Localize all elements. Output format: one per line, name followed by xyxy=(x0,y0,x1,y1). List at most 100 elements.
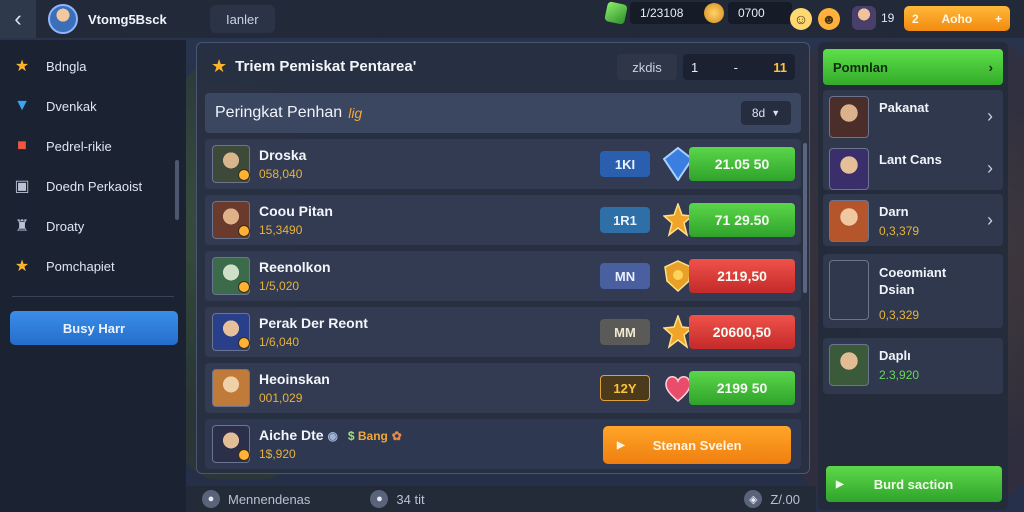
sidebar-scrollbar[interactable] xyxy=(175,160,179,220)
sidebar-item-2[interactable]: ■ Pedrel-rikie xyxy=(0,126,186,166)
leaderboard-title: Peringkat Penhan xyxy=(215,104,343,121)
level-badge-right: Aoho xyxy=(941,11,973,26)
back-button[interactable]: ‹ xyxy=(0,0,36,38)
stage-select-label: Stenan Svelen xyxy=(652,437,742,453)
chat-icon[interactable]: ● xyxy=(202,490,220,508)
build-section-button[interactable]: ▶ Burd saction xyxy=(826,466,1002,502)
row-power-bar: 71 29.50 xyxy=(689,203,795,237)
right-list-item[interactable]: Coeomiant Dsian 0,3,329 xyxy=(823,254,1003,328)
row-power-bar: 2199 50 xyxy=(689,371,795,405)
sidebar-divider xyxy=(12,296,174,297)
panel-title: Triem Pemiskat Pentarea' xyxy=(235,57,417,75)
hero-avatar xyxy=(829,344,869,386)
play-icon: ▶ xyxy=(617,439,625,451)
gift-icon: ■ xyxy=(17,137,27,154)
gem-icon xyxy=(604,1,628,25)
leaderboard-row[interactable]: Perak Der Reont 1/6,040 MM 20600,50 xyxy=(205,307,801,357)
player-avatar[interactable] xyxy=(48,4,78,34)
build-section-label: Burd saction xyxy=(873,476,954,492)
sidebar-item-1[interactable]: ▼ Dvenkak xyxy=(0,86,186,126)
emoji-happy-icon[interactable]: ☺ xyxy=(790,8,812,30)
header-pager[interactable]: 1 - 11 xyxy=(683,54,795,80)
filter-dropdown[interactable]: 8d ▼ xyxy=(741,101,791,125)
timer-icon: ◈ xyxy=(744,490,763,508)
level-badge[interactable]: 2 Aoho + xyxy=(904,6,1010,31)
leaderboard-row[interactable]: Droska 058,040 1KI 21.05 50 xyxy=(205,139,801,189)
sidebar-item-3[interactable]: ▣ Doedn Perkaoist xyxy=(0,166,186,206)
bottom-bar: ● Mennendenas ● 34 tit ◈ Z/.00 xyxy=(186,486,816,512)
sidebar-item-0[interactable]: ★ Bdngla xyxy=(0,46,186,86)
sidebar-cta-button[interactable]: Busy Harr xyxy=(10,311,178,345)
coin-badge-icon xyxy=(238,169,250,181)
pager-dash: - xyxy=(733,59,738,75)
chevron-right-icon: › xyxy=(987,210,993,230)
row-player-name: Aiche Dte ◉ $ Bang ✿ xyxy=(259,427,402,443)
right-list-item[interactable]: Pakanat › xyxy=(823,90,1003,146)
filter-value: 8d xyxy=(751,106,766,120)
sidebar-item-5[interactable]: ★ Pomchapiet xyxy=(0,246,186,286)
right-item-score: 0,3,329 xyxy=(879,308,920,322)
right-item-name: Pakanat xyxy=(879,100,929,115)
row-player-score: 1/6,040 xyxy=(259,335,300,349)
leaderboard-row[interactable]: Reenolkon 1/5,020 MN 2119,50 xyxy=(205,251,801,301)
panel-scrollbar[interactable] xyxy=(803,143,807,293)
right-list-item[interactable]: Daplı 2.3,920 xyxy=(823,338,1003,394)
right-item-name: Coeomiant Dsian xyxy=(879,265,947,297)
gem-value: 1/23108 xyxy=(630,2,714,24)
gem-counter[interactable]: 1/23108 xyxy=(604,0,714,26)
badge-icon: ✿ xyxy=(391,429,402,443)
message-icon[interactable]: ● xyxy=(370,490,389,508)
cash-icon: $ xyxy=(347,429,355,443)
leaderboard-row[interactable]: Heoinskan 001,029 12Y 2199 50 xyxy=(205,363,801,413)
chevron-right-icon: › xyxy=(987,106,993,126)
right-item-name: Daplı xyxy=(879,348,911,363)
stage-select-button[interactable]: ▶ Stenan Svelen xyxy=(603,426,791,464)
gem-icon: ◉ xyxy=(327,429,338,443)
level-badge-left: 2 xyxy=(912,11,919,26)
right-list-item[interactable]: Lant Cans › xyxy=(823,142,1003,190)
sidebar-item-label: Dvenkak xyxy=(46,98,97,114)
coin-badge-icon xyxy=(238,449,250,461)
hero-avatar xyxy=(829,260,869,320)
bottom-mid-label: 34 tit xyxy=(396,491,425,507)
hero-avatar xyxy=(829,96,869,138)
header-field[interactable]: zkdis xyxy=(617,54,677,80)
row-player-score: 1/5,020 xyxy=(259,279,300,293)
right-item-name: Darn xyxy=(879,204,909,219)
bottom-right-label: Z/.00 xyxy=(770,491,800,507)
hero-avatar xyxy=(829,148,869,190)
coin-badge-icon xyxy=(238,337,250,349)
row-rank-badge: 12Y xyxy=(600,375,650,401)
row-player-score: 058,040 xyxy=(259,167,303,181)
tag-chip-label: Bang xyxy=(357,429,388,443)
coin-counter[interactable]: 0700 xyxy=(704,0,792,26)
leaderboard-subheader: Peringkat Penhan lig 8d ▼ xyxy=(205,93,801,133)
chest-icon: ▣ xyxy=(14,178,30,195)
right-list-item[interactable]: Darn 0,3,379 › xyxy=(823,194,1003,246)
sidebar-item-4[interactable]: ♜ Droaty xyxy=(0,206,186,246)
row-player-name: Reenolkon xyxy=(259,259,331,275)
hero-avatar xyxy=(829,200,869,242)
row-rank-badge: MM xyxy=(600,319,650,345)
leaderboard-row[interactable]: Coou Pitan 15,3490 1R1 71 29.50 xyxy=(205,195,801,245)
right-panel-header[interactable]: Pomnlan › xyxy=(823,49,1003,85)
coin-badge-icon xyxy=(238,225,250,237)
top-tab[interactable]: Ianler xyxy=(210,5,275,33)
emoji-grin-icon[interactable]: ☻ xyxy=(818,8,840,30)
sidebar-item-label: Bdngla xyxy=(46,58,87,74)
right-item-score: 0,3,379 xyxy=(879,224,920,238)
pager-current: 1 xyxy=(691,59,699,75)
coin-badge-icon xyxy=(238,281,250,293)
hero-portrait-icon[interactable] xyxy=(852,6,876,30)
row-player-score: 15,3490 xyxy=(259,223,303,237)
hero-count: 19 xyxy=(881,11,895,25)
coin-value: 0700 xyxy=(728,2,792,24)
cup-icon: ♜ xyxy=(14,218,30,235)
current-player-row: Aiche Dte ◉ $ Bang ✿ 1$,920 ▶ Stenan Sve… xyxy=(205,419,801,469)
tag-chip: $ Bang xyxy=(348,429,388,443)
sidebar-item-label: Droaty xyxy=(46,218,85,234)
bottom-left-label[interactable]: Mennendenas xyxy=(228,492,310,507)
row-power-bar: 2119,50 xyxy=(689,259,795,293)
trophy-icon: ★ xyxy=(211,55,228,76)
row-rank-badge: MN xyxy=(600,263,650,289)
